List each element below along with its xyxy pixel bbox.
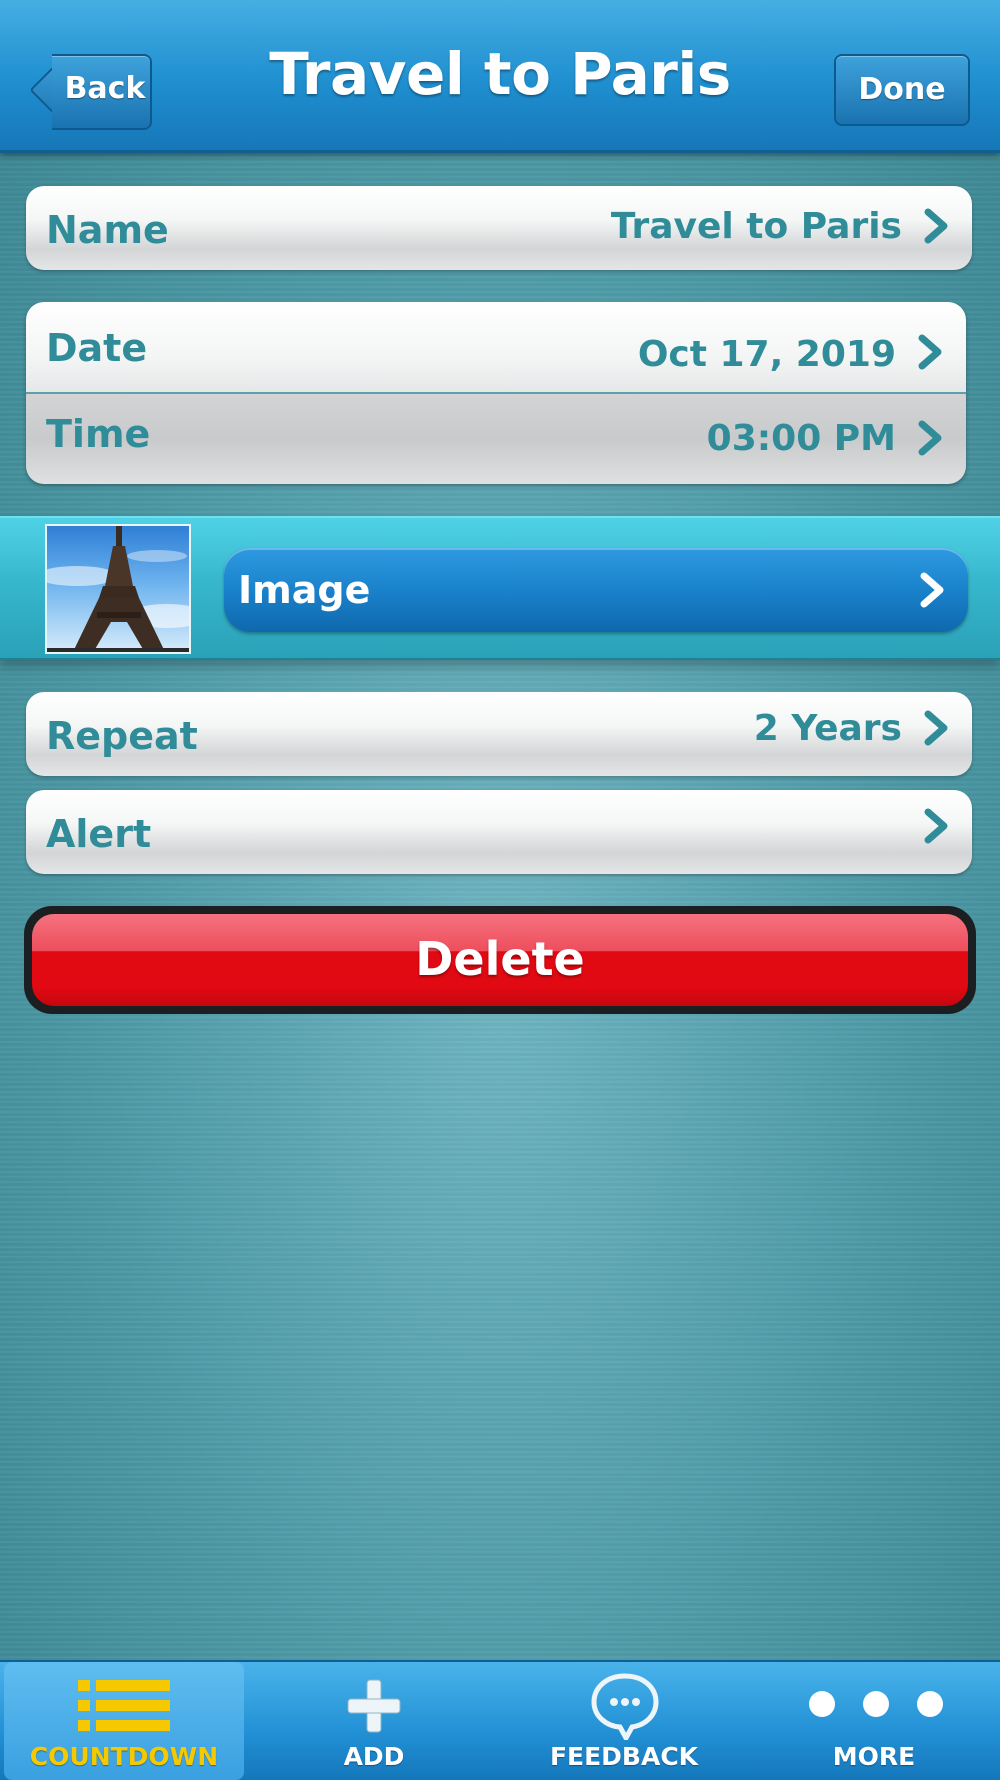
list-icon — [78, 1680, 170, 1731]
tab-bar: COUNTDOWN ADD FEEDBACK MORE — [0, 1660, 1000, 1780]
tab-add[interactable]: ADD — [254, 1662, 494, 1780]
delete-button-label: Delete — [32, 914, 968, 1006]
speech-bubble-icon — [591, 1673, 659, 1740]
repeat-row[interactable]: Repeat 2 Years — [26, 692, 972, 776]
name-row[interactable]: Name Travel to Paris — [26, 186, 972, 270]
tab-label: MORE — [832, 1742, 916, 1771]
more-dots-icon — [809, 1691, 943, 1717]
plus-icon — [347, 1679, 401, 1733]
date-row[interactable]: Date Oct 17, 2019 — [26, 302, 966, 394]
image-strip: Image — [0, 516, 1000, 660]
chevron-right-icon — [920, 572, 944, 608]
date-label: Date — [46, 326, 148, 370]
chevron-right-icon — [924, 208, 948, 244]
navigation-bar: Back Travel to Paris Done — [0, 0, 1000, 153]
done-button[interactable]: Done — [834, 54, 970, 126]
chevron-right-icon — [918, 334, 942, 370]
delete-button[interactable]: Delete — [24, 906, 976, 1014]
repeat-value: 2 Years — [753, 708, 902, 749]
alert-row[interactable]: Alert — [26, 790, 972, 874]
tab-countdown[interactable]: COUNTDOWN — [4, 1662, 244, 1780]
tab-label: ADD — [343, 1742, 405, 1771]
eiffel-tower-icon — [47, 526, 189, 652]
image-button[interactable]: Image — [224, 548, 968, 632]
tab-feedback[interactable]: FEEDBACK — [504, 1662, 744, 1780]
tab-label: FEEDBACK — [549, 1742, 699, 1771]
chevron-right-icon — [924, 808, 948, 844]
alert-label: Alert — [46, 812, 152, 856]
image-label: Image — [238, 568, 371, 612]
tab-more[interactable]: MORE — [754, 1662, 994, 1780]
tab-label: COUNTDOWN — [29, 1742, 219, 1771]
name-label: Name — [46, 208, 169, 252]
repeat-label: Repeat — [46, 714, 198, 758]
chevron-right-icon — [918, 420, 942, 456]
date-value: Oct 17, 2019 — [637, 334, 896, 375]
back-button-label: Back — [64, 71, 146, 106]
event-image-thumbnail[interactable] — [45, 524, 191, 654]
date-time-group: Date Oct 17, 2019 Time 03:00 PM — [26, 302, 966, 484]
time-value: 03:00 PM — [706, 418, 896, 459]
chevron-right-icon — [924, 710, 948, 746]
page-title: Travel to Paris — [269, 40, 731, 108]
name-value: Travel to Paris — [610, 206, 902, 247]
time-row[interactable]: Time 03:00 PM — [26, 394, 966, 484]
back-button[interactable]: Back — [29, 53, 152, 130]
time-label: Time — [46, 412, 151, 456]
